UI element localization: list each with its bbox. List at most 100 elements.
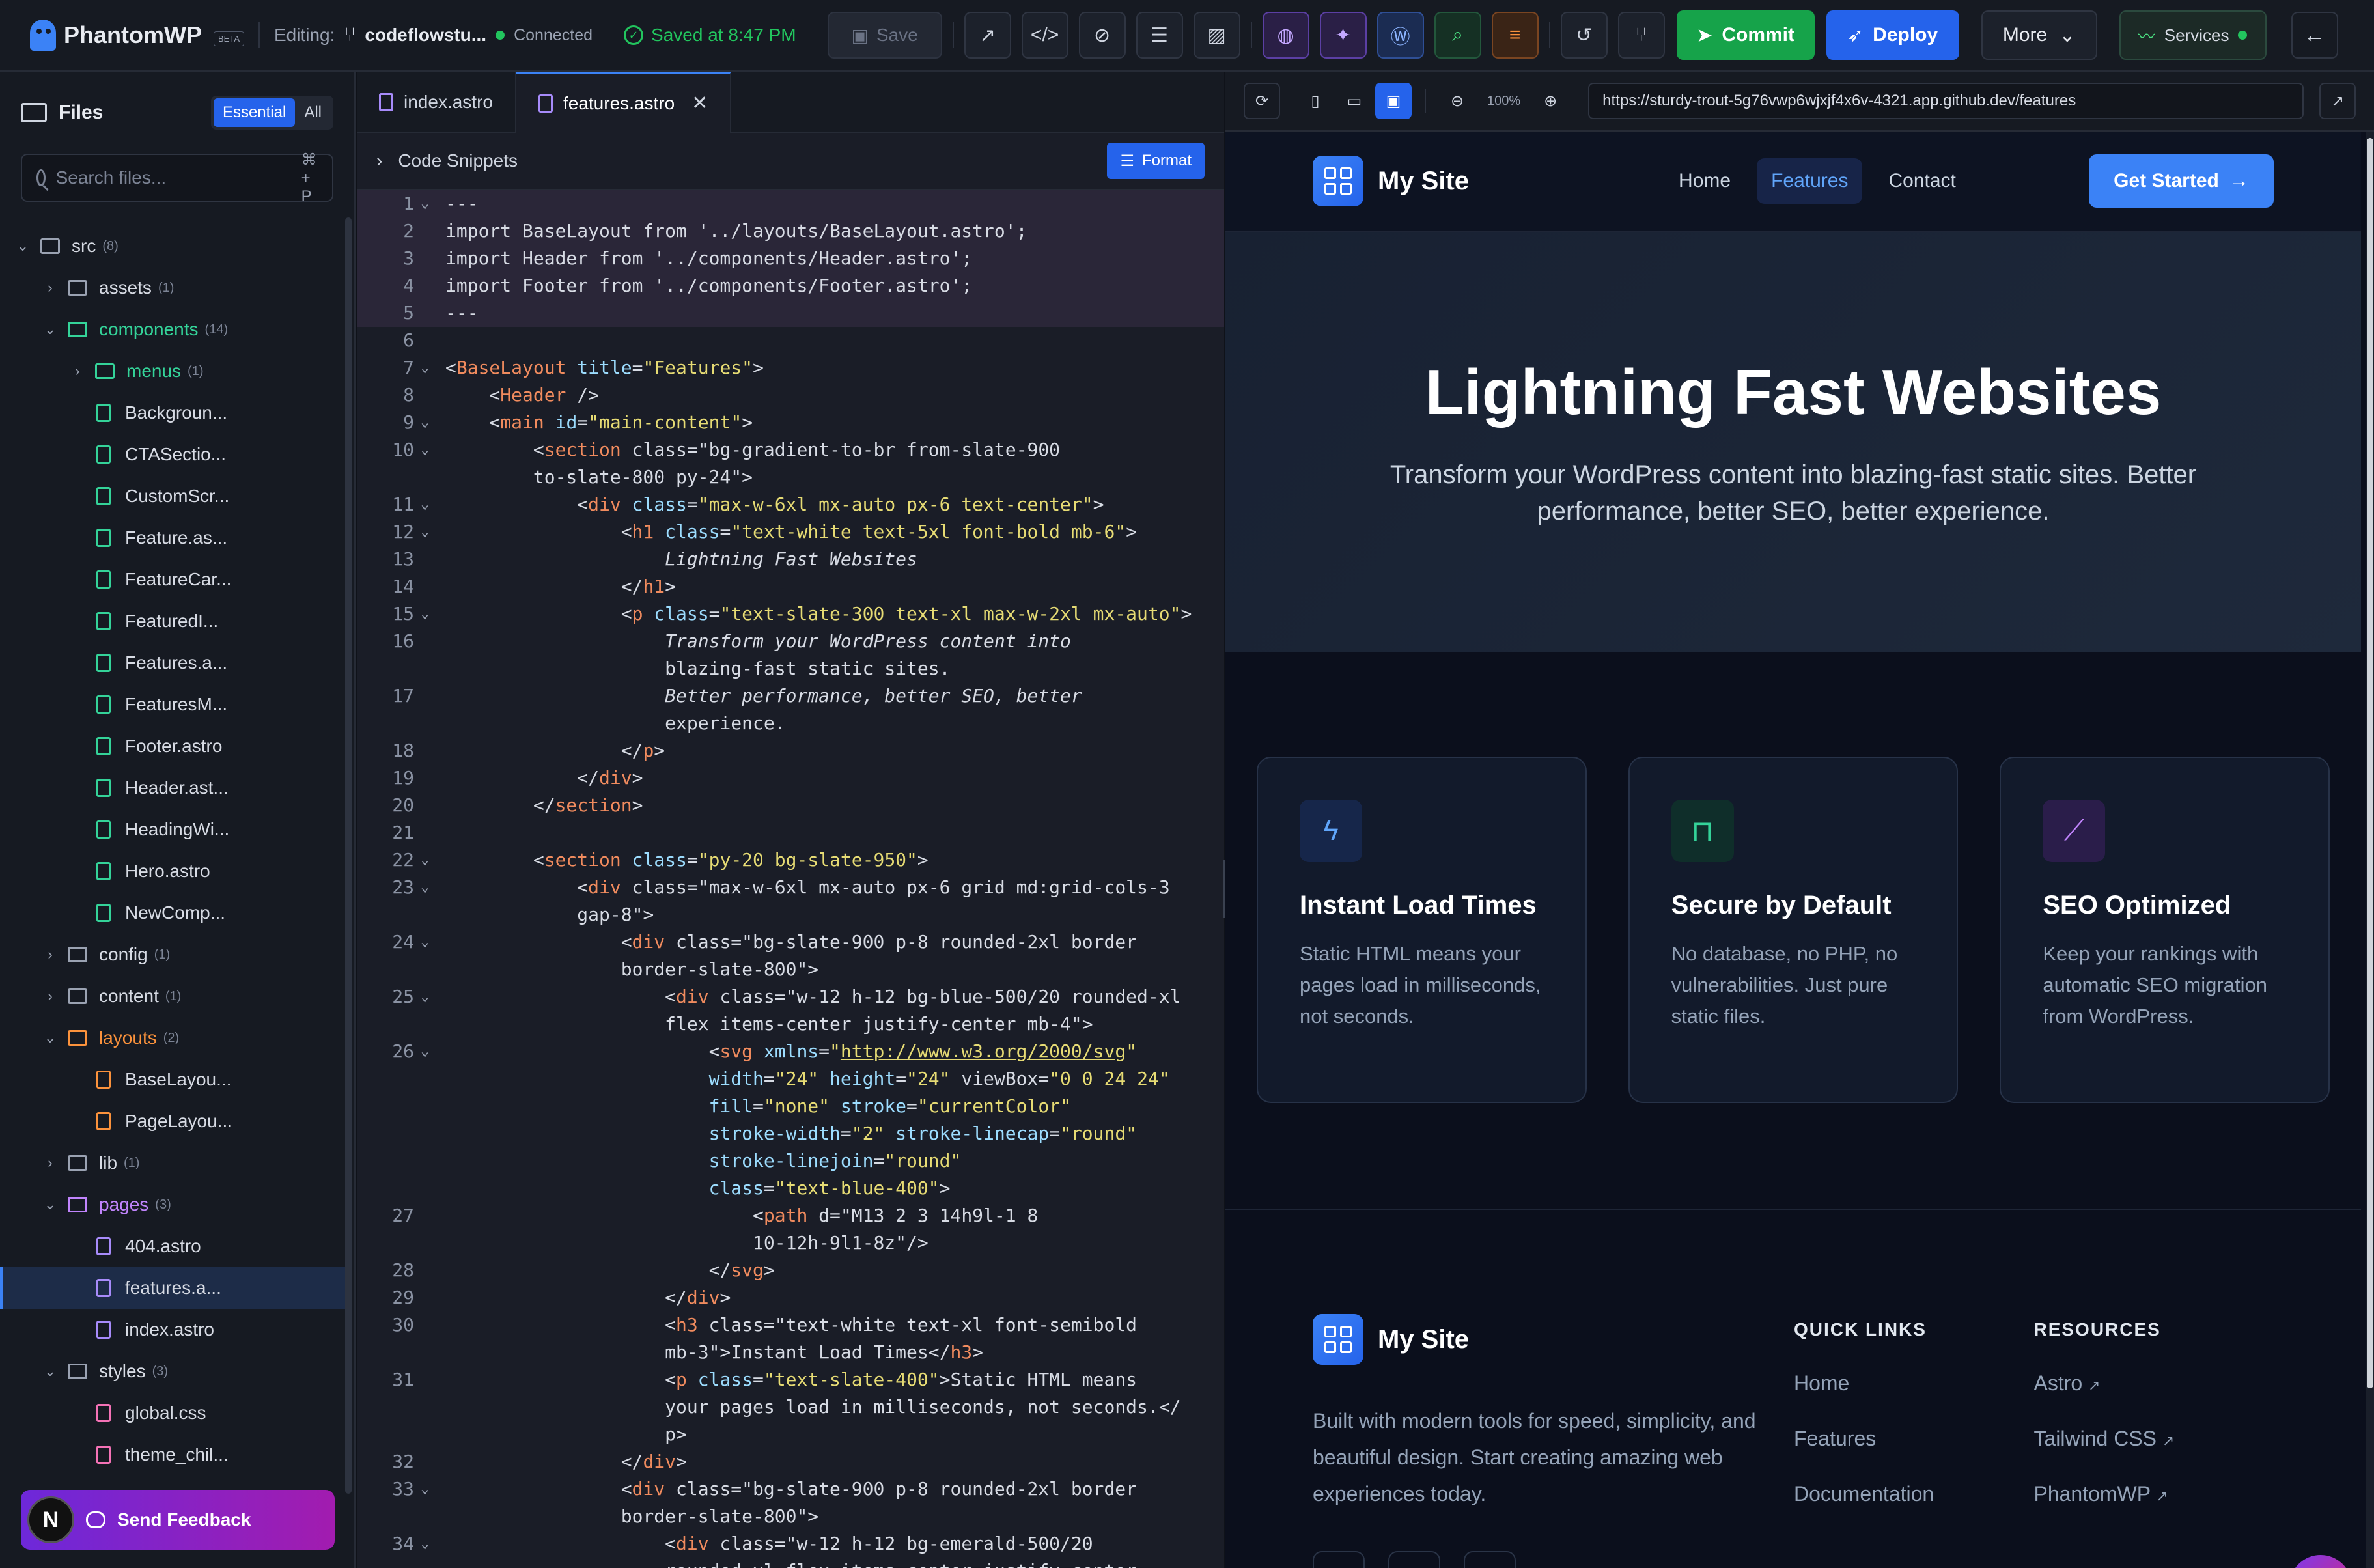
chevron-down-icon[interactable]: ⌄ xyxy=(14,238,31,255)
code-line[interactable]: 10-12h-9l1-8z"/> xyxy=(357,1229,1224,1257)
code-line[interactable]: to-slate-800 py-24"> xyxy=(357,464,1224,491)
code-line[interactable]: 22 ⌄ <section class="py-20 bg-slate-950"> xyxy=(357,847,1224,874)
history-button[interactable]: ↺ xyxy=(1560,12,1608,59)
code-line[interactable]: blazing-fast static sites. xyxy=(357,655,1224,682)
chevron-right-icon[interactable]: › xyxy=(69,363,86,380)
mobile-view-button[interactable]: ▯ xyxy=(1297,83,1334,119)
code-line[interactable]: stroke-linejoin="round" xyxy=(357,1147,1224,1175)
chevron-down-icon[interactable]: ⌄ xyxy=(42,1029,59,1046)
code-line[interactable]: p> xyxy=(357,1421,1224,1448)
fold-chevron-icon[interactable]: ⌄ xyxy=(421,1530,429,1558)
format-button[interactable]: ☰ Format xyxy=(1107,143,1205,179)
code-line[interactable]: 7 ⌄ <BaseLayout title="Features"> xyxy=(357,354,1224,382)
fold-chevron-icon[interactable]: ⌄ xyxy=(421,1038,429,1065)
code-line[interactable]: 24 ⌄ <div class="bg-slate-900 p-8 rounded… xyxy=(357,929,1224,956)
code-line[interactable]: 21 xyxy=(357,819,1224,847)
file-Features.a...[interactable]: Features.a... xyxy=(0,642,345,684)
code-line[interactable]: rounded-xl flex items-center justify-cen… xyxy=(357,1558,1224,1568)
repo-name[interactable]: codeflowstu... xyxy=(365,25,486,46)
chevron-right-icon[interactable]: › xyxy=(376,150,382,171)
fold-chevron-icon[interactable]: ⌄ xyxy=(421,190,429,217)
branch-button[interactable]: ⑂ xyxy=(1617,12,1665,59)
code-line[interactable]: 2 import BaseLayout from '../layouts/Base… xyxy=(357,217,1224,245)
services-button[interactable]: 〰 Services xyxy=(2119,10,2267,60)
fold-chevron-icon[interactable]: ⌄ xyxy=(421,491,429,518)
refresh-button[interactable]: ⟳ xyxy=(1244,83,1280,119)
chevron-right-icon[interactable]: › xyxy=(42,1155,59,1171)
code-line[interactable]: 26 ⌄ <svg xmlns="http://www.w3.org/2000/s… xyxy=(357,1038,1224,1065)
code-line[interactable]: 13 Lightning Fast Websites xyxy=(357,546,1224,573)
file-CTASectio...[interactable]: CTASectio... xyxy=(0,434,345,475)
site-nav-contact[interactable]: Contact xyxy=(1874,158,1970,204)
desktop-view-button[interactable]: ▣ xyxy=(1375,83,1412,119)
code-line[interactable]: 25 ⌄ <div class="w-12 h-12 bg-blue-500/20… xyxy=(357,983,1224,1011)
linkedin-icon[interactable]: in xyxy=(1464,1551,1516,1568)
code-line[interactable]: 12 ⌄ <h1 class="text-white text-5xl font-… xyxy=(357,518,1224,546)
twitter-icon[interactable]: 𝕥 xyxy=(1313,1551,1365,1568)
folder-src[interactable]: ⌄ src (8) xyxy=(0,225,345,267)
fold-chevron-icon[interactable]: ⌄ xyxy=(421,518,429,546)
open-external-button[interactable]: ↗ xyxy=(964,12,1011,59)
code-line[interactable]: class="text-blue-400"> xyxy=(357,1175,1224,1202)
file-Hero.astro[interactable]: Hero.astro xyxy=(0,850,345,892)
code-content[interactable]: 1 ⌄ --- 2 import BaseLayout from '../layouts… xyxy=(357,190,1224,1568)
open-preview-external-button[interactable]: ↗ xyxy=(2319,83,2356,119)
file-Header.ast...[interactable]: Header.ast... xyxy=(0,767,345,809)
code-line[interactable]: 33 ⌄ <div class="bg-slate-900 p-8 rounded… xyxy=(357,1476,1224,1503)
close-tab-icon[interactable]: ✕ xyxy=(691,92,708,115)
chevron-down-icon[interactable]: ⌄ xyxy=(42,1196,59,1213)
fold-chevron-icon[interactable]: ⌄ xyxy=(421,600,429,628)
file-Backgroun...[interactable]: Backgroun... xyxy=(0,392,345,434)
tablet-view-button[interactable]: ▭ xyxy=(1336,83,1373,119)
footer-link[interactable]: Home xyxy=(1794,1371,2034,1395)
code-line[interactable]: 27 <path d="M13 2 3 14h9l-1 8 xyxy=(357,1202,1224,1229)
list-button[interactable]: ☰ xyxy=(1136,12,1183,59)
file-BaseLayou...[interactable]: BaseLayou... xyxy=(0,1059,345,1100)
folder-content[interactable]: › content (1) xyxy=(0,975,345,1017)
file-PageLayou...[interactable]: PageLayou... xyxy=(0,1100,345,1142)
code-line[interactable]: 10 ⌄ <section class="bg-gradient-to-br fr… xyxy=(357,436,1224,464)
file-FeatureCar...[interactable]: FeatureCar... xyxy=(0,559,345,600)
get-started-button[interactable]: Get Started → xyxy=(2089,154,2274,208)
chevron-down-icon[interactable]: ⌄ xyxy=(42,321,59,338)
code-line[interactable]: 16 Transform your WordPress content into xyxy=(357,628,1224,655)
code-line[interactable]: border-slate-800"> xyxy=(357,1503,1224,1530)
code-line[interactable]: 30 <h3 class="text-white text-xl font-se… xyxy=(357,1311,1224,1339)
code-line[interactable]: 3 import Header from '../components/Heade… xyxy=(357,245,1224,272)
back-button[interactable]: ← xyxy=(2291,12,2338,59)
file-Feature.as...[interactable]: Feature.as... xyxy=(0,517,345,559)
zoom-in-button[interactable]: ⊕ xyxy=(1532,83,1569,119)
file-NewComp...[interactable]: NewComp... xyxy=(0,892,345,934)
site-name[interactable]: My Site xyxy=(1378,167,1469,196)
folder-layouts[interactable]: ⌄ layouts (2) xyxy=(0,1017,345,1059)
code-line[interactable]: 19 </div> xyxy=(357,764,1224,792)
file-FeaturedI...[interactable]: FeaturedI... xyxy=(0,600,345,642)
code-line[interactable]: 18 </p> xyxy=(357,737,1224,764)
site-nav-features[interactable]: Features xyxy=(1757,158,1863,204)
folder-components[interactable]: ⌄ components (14) xyxy=(0,309,345,350)
file-search-input[interactable] xyxy=(55,167,291,188)
chevron-right-icon[interactable]: › xyxy=(42,988,59,1005)
scrollbar-thumb[interactable] xyxy=(2367,138,2373,1388)
code-line[interactable]: 17 Better performance, better SEO, bette… xyxy=(357,682,1224,710)
code-line[interactable]: 23 ⌄ <div class="max-w-6xl mx-auto px-6 g… xyxy=(357,874,1224,901)
code-line[interactable]: gap-8"> xyxy=(357,901,1224,929)
code-line[interactable]: 15 ⌄ <p class="text-slate-300 text-xl max… xyxy=(357,600,1224,628)
media-button[interactable]: ▨ xyxy=(1193,12,1240,59)
tab-index-astro[interactable]: index.astro xyxy=(357,72,516,133)
file-features.a...[interactable]: features.a... xyxy=(0,1267,345,1309)
folder-assets[interactable]: › assets (1) xyxy=(0,267,345,309)
code-line[interactable]: 14 </h1> xyxy=(357,573,1224,600)
more-menu-button[interactable]: More ⌄ xyxy=(1981,10,2097,60)
filter-essential[interactable]: Essential xyxy=(213,98,296,127)
code-line[interactable]: your pages load in milliseconds, not sec… xyxy=(357,1393,1224,1421)
code-line[interactable]: 4 import Footer from '../components/Foote… xyxy=(357,272,1224,300)
code-line[interactable]: stroke-width="2" stroke-linecap="round" xyxy=(357,1120,1224,1147)
code-line[interactable]: border-slate-800"> xyxy=(357,956,1224,983)
tab-features-astro[interactable]: features.astro ✕ xyxy=(516,72,732,133)
footer-link[interactable]: Features xyxy=(1794,1427,2034,1451)
zoom-out-button[interactable]: ⊖ xyxy=(1439,83,1475,119)
sidebar-scrollbar[interactable] xyxy=(345,217,352,1494)
footer-link[interactable]: PhantomWP ↗ xyxy=(2033,1482,2274,1506)
save-button[interactable]: ▣ Save xyxy=(827,12,942,59)
